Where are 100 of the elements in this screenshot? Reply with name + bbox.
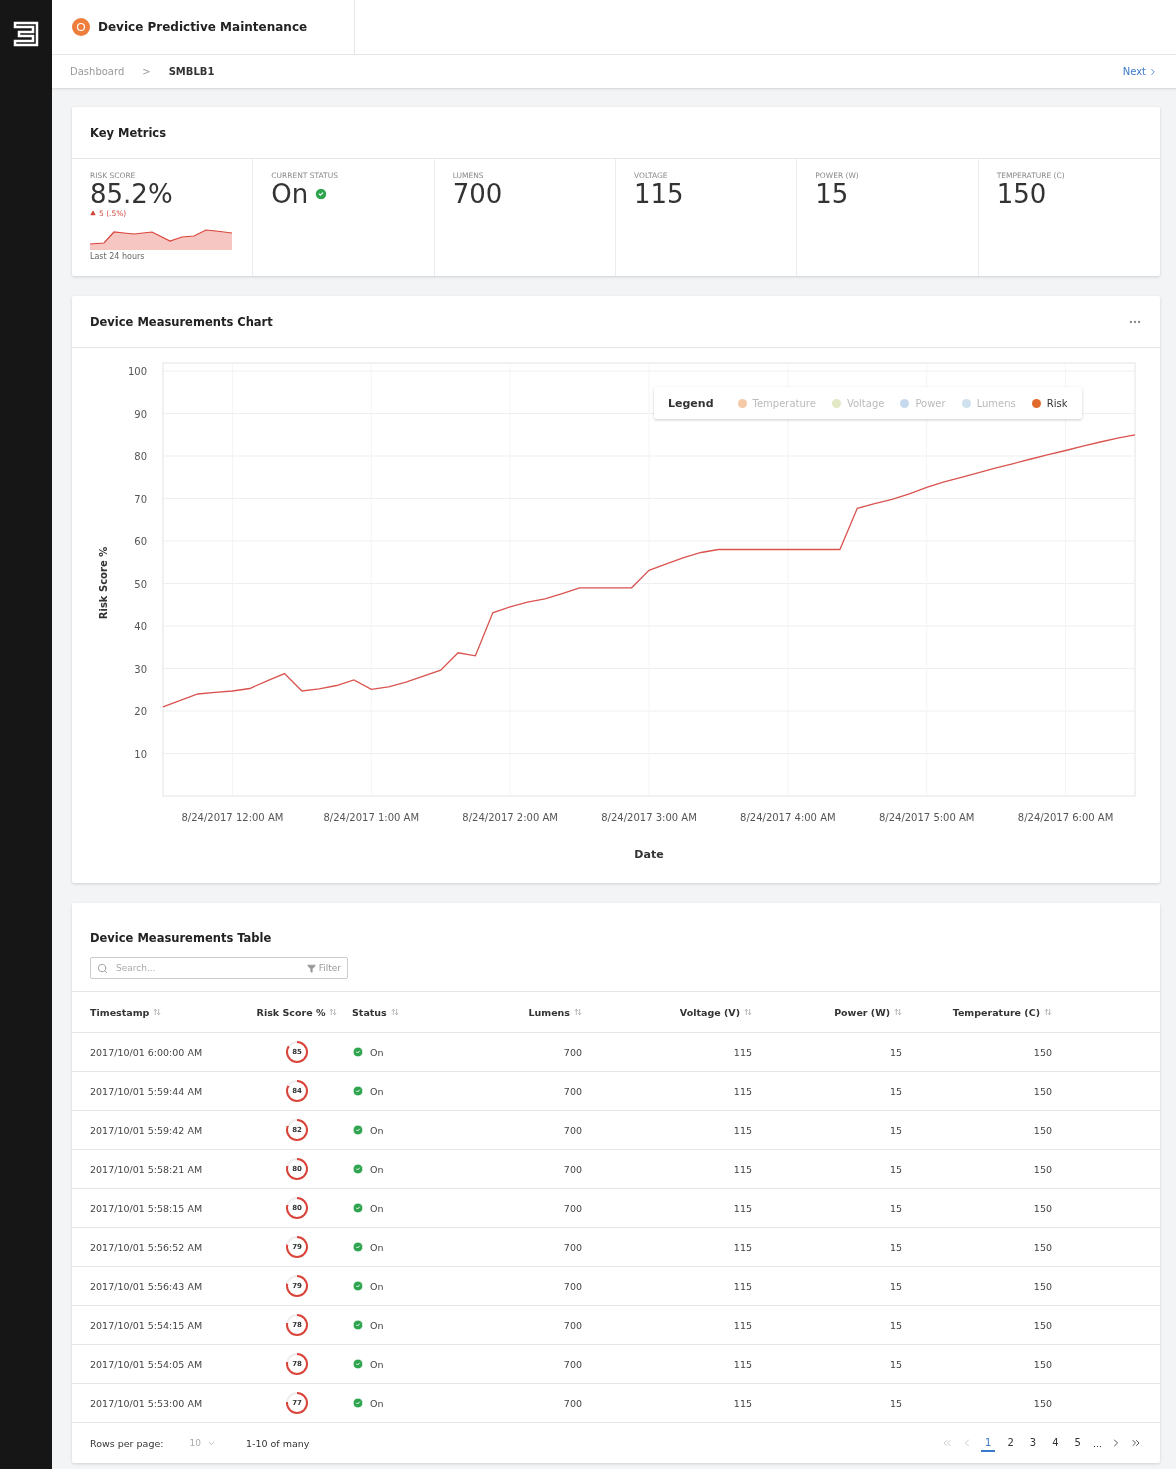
check-circle-icon bbox=[352, 1358, 364, 1370]
table-cell: 150 bbox=[1033, 1163, 1052, 1175]
page-ellipsis: ... bbox=[1092, 1437, 1102, 1449]
table-cell: 150 bbox=[1033, 1319, 1052, 1331]
table-cell: 700 bbox=[563, 1280, 582, 1292]
column-header[interactable]: Temperature (C) bbox=[952, 1006, 1040, 1018]
logo-icon[interactable] bbox=[12, 20, 40, 48]
table-cell: 150 bbox=[1033, 1202, 1052, 1214]
search-icon bbox=[97, 962, 108, 974]
card-title: Key Metrics bbox=[90, 125, 167, 140]
table-cell: 700 bbox=[563, 1124, 582, 1136]
table-cell: 2017/10/01 5:59:44 AM bbox=[90, 1085, 203, 1097]
y-tick-label: 70 bbox=[134, 493, 147, 505]
table-cell: 2017/10/01 5:58:21 AM bbox=[90, 1163, 203, 1175]
check-circle-icon bbox=[352, 1085, 364, 1097]
table-cell: 2017/10/01 5:54:05 AM bbox=[90, 1358, 203, 1370]
table-cell: On bbox=[370, 1319, 384, 1331]
metric-value: 150 bbox=[996, 180, 1047, 209]
page-button[interactable]: 3 bbox=[1025, 1434, 1041, 1452]
column-header[interactable]: Timestamp bbox=[90, 1006, 150, 1018]
chevron-right-icon bbox=[1148, 66, 1158, 77]
table-cell: 150 bbox=[1033, 1397, 1052, 1409]
first-page-button[interactable] bbox=[941, 1437, 954, 1449]
check-circle-icon bbox=[352, 1046, 364, 1058]
check-circle-icon bbox=[352, 1241, 364, 1253]
table-cell: 15 bbox=[889, 1397, 902, 1409]
page-button[interactable]: 1 bbox=[981, 1434, 996, 1452]
table-cell: 115 bbox=[733, 1241, 752, 1253]
last-page-button[interactable] bbox=[1130, 1437, 1142, 1449]
column-header[interactable]: Lumens bbox=[528, 1006, 570, 1018]
app-title: Device Predictive Maintenance bbox=[98, 20, 308, 34]
x-tick-label: 8/24/2017 1:00 AM bbox=[323, 812, 420, 823]
column-header[interactable]: Power (W) bbox=[834, 1006, 890, 1018]
x-tick-label: 8/24/2017 4:00 AM bbox=[740, 812, 836, 823]
table-cell: On bbox=[370, 1280, 384, 1292]
table-cell: 150 bbox=[1033, 1358, 1052, 1370]
y-axis-title: Risk Score % bbox=[98, 546, 109, 620]
check-circle-icon bbox=[352, 1397, 364, 1409]
table-cell: 15 bbox=[889, 1241, 902, 1253]
table-cell: 2017/10/01 5:56:52 AM bbox=[90, 1241, 203, 1253]
table-cell: 700 bbox=[563, 1202, 582, 1214]
double-chevron-left-icon bbox=[941, 1437, 954, 1449]
sort-icon[interactable] bbox=[329, 1008, 338, 1016]
metric-value: 85.2% bbox=[90, 180, 173, 209]
table-cell: 115 bbox=[733, 1085, 752, 1097]
table-cell: 700 bbox=[563, 1085, 582, 1097]
table-cell: 15 bbox=[889, 1358, 902, 1370]
x-axis-title: Date bbox=[634, 848, 664, 861]
column-header[interactable]: Status bbox=[352, 1006, 387, 1018]
table-cell: On bbox=[370, 1124, 384, 1136]
check-circle-icon bbox=[352, 1280, 364, 1292]
legend-title: Legend bbox=[668, 396, 714, 410]
table-cell: 115 bbox=[733, 1358, 752, 1370]
y-tick-label: 40 bbox=[134, 621, 147, 632]
table-cell: 115 bbox=[733, 1163, 752, 1175]
y-tick-label: 10 bbox=[134, 748, 147, 760]
check-circle-icon bbox=[352, 1319, 364, 1331]
table-cell: 150 bbox=[1033, 1046, 1052, 1058]
up-triangle-icon bbox=[90, 210, 96, 217]
y-tick-label: 100 bbox=[127, 366, 147, 377]
table-cell: 700 bbox=[563, 1241, 582, 1253]
check-circle-icon bbox=[352, 1124, 364, 1136]
page-button[interactable]: 2 bbox=[1003, 1434, 1018, 1452]
table-cell: 150 bbox=[1033, 1241, 1052, 1253]
table-cell: 700 bbox=[563, 1046, 582, 1058]
table-cell: 15 bbox=[889, 1085, 902, 1097]
metric-value: 700 bbox=[452, 180, 503, 209]
rows-per-page-label: Rows per page: bbox=[90, 1437, 164, 1449]
breadcrumb-current: SMBLB1 bbox=[168, 66, 215, 77]
sort-icon[interactable] bbox=[574, 1008, 582, 1016]
sort-icon[interactable] bbox=[1044, 1008, 1052, 1016]
check-circle-icon bbox=[352, 1163, 364, 1175]
column-header[interactable]: Risk Score % bbox=[256, 1006, 326, 1018]
table-cell: 115 bbox=[733, 1319, 752, 1331]
table-cell: 115 bbox=[733, 1280, 752, 1292]
sort-icon[interactable] bbox=[390, 1008, 399, 1016]
table-cell: 700 bbox=[563, 1358, 582, 1370]
x-tick-label: 8/24/2017 5:00 AM bbox=[878, 812, 975, 823]
page-range: 1-10 of many bbox=[245, 1437, 310, 1449]
table-cell: On bbox=[370, 1241, 384, 1253]
metric-value: 15 bbox=[815, 180, 849, 209]
page-button[interactable]: 5 bbox=[1070, 1434, 1085, 1452]
legend-item[interactable]: Risk bbox=[1031, 397, 1068, 409]
next-link[interactable]: Next bbox=[1122, 66, 1158, 77]
breadcrumb-separator: > bbox=[142, 66, 151, 77]
table-cell: 2017/10/01 5:53:00 AM bbox=[90, 1397, 203, 1409]
metric-value: 115 bbox=[634, 180, 684, 209]
table-cell: 2017/10/01 5:54:15 AM bbox=[90, 1319, 203, 1331]
sort-icon[interactable] bbox=[894, 1008, 902, 1016]
check-circle-icon bbox=[352, 1202, 364, 1214]
table-cell: 150 bbox=[1033, 1280, 1052, 1292]
sort-icon[interactable] bbox=[153, 1008, 162, 1016]
table-cell: 15 bbox=[889, 1280, 902, 1292]
page-button[interactable]: 4 bbox=[1048, 1434, 1063, 1452]
column-header[interactable]: Voltage (V) bbox=[679, 1006, 740, 1018]
x-tick-label: 8/24/2017 12:00 AM bbox=[181, 812, 284, 823]
table-cell: On bbox=[370, 1397, 384, 1409]
table-cell: 15 bbox=[889, 1202, 902, 1214]
sort-icon[interactable] bbox=[744, 1008, 752, 1016]
table-cell: On bbox=[370, 1046, 384, 1058]
